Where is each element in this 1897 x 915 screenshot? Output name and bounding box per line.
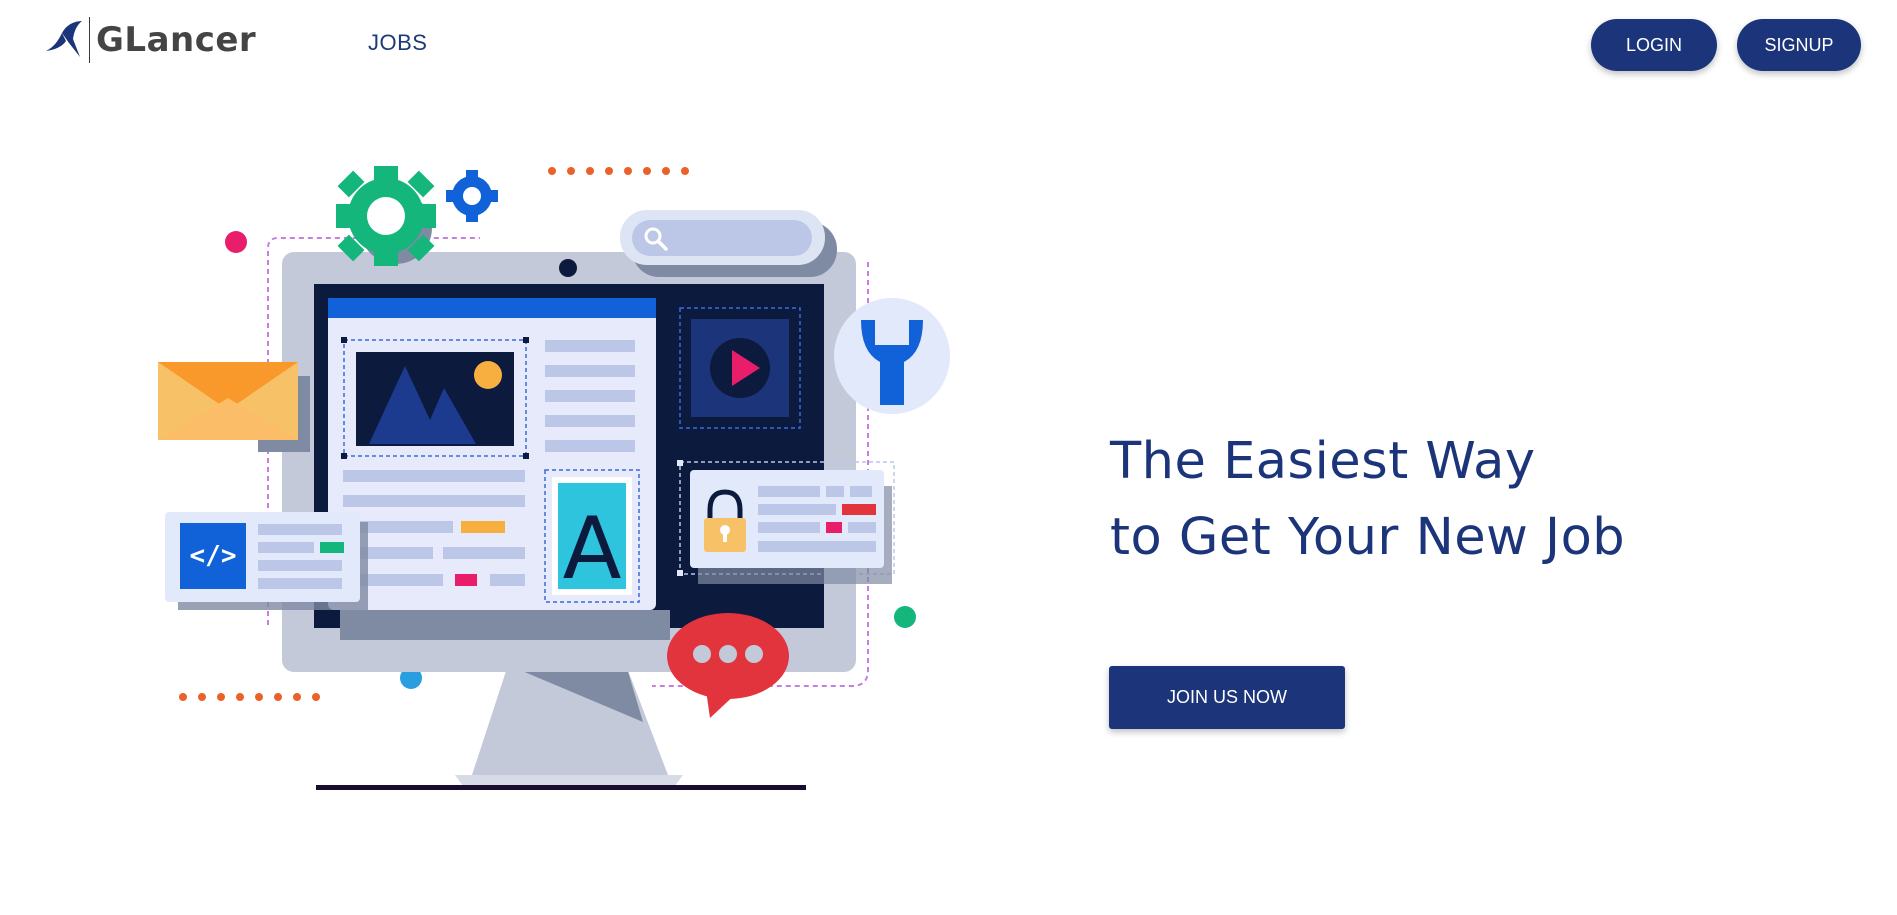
signup-button[interactable]: SIGNUP bbox=[1737, 19, 1861, 71]
code-card: </> bbox=[165, 512, 368, 610]
join-us-now-button[interactable]: JOIN US NOW bbox=[1109, 666, 1345, 729]
teal-dot bbox=[894, 606, 916, 628]
letter-a-text: A bbox=[563, 499, 622, 599]
swallow-logo-icon bbox=[46, 21, 82, 57]
browser-window: A bbox=[328, 298, 656, 610]
pink-dot bbox=[225, 231, 247, 253]
green-gear-icon bbox=[336, 166, 436, 266]
nav-jobs-link[interactable]: JOBS bbox=[368, 30, 427, 56]
navbar: GLancer JOBS LOGIN SIGNUP bbox=[0, 0, 1897, 86]
login-button[interactable]: LOGIN bbox=[1591, 19, 1717, 71]
hero-headline: The Easiest Way to Get Your New Job bbox=[1110, 424, 1625, 576]
logo-divider bbox=[89, 17, 90, 63]
dot-row-top bbox=[548, 167, 689, 175]
envelope-icon bbox=[158, 362, 310, 452]
lock-card bbox=[677, 460, 895, 584]
code-tag-text: </> bbox=[190, 541, 237, 571]
dot-row-bottom bbox=[179, 693, 320, 701]
video-panel bbox=[679, 307, 801, 429]
brand-name: GLancer bbox=[96, 20, 257, 60]
wrench-icon bbox=[834, 298, 950, 414]
brand-logo[interactable]: GLancer bbox=[44, 16, 256, 64]
hero-headline-line1: The Easiest Way bbox=[1110, 432, 1536, 491]
blue-gear-icon bbox=[446, 170, 498, 222]
search-bar bbox=[620, 210, 837, 277]
hero-headline-line2: to Get Your New Job bbox=[1110, 508, 1626, 567]
hero-illustration: A </> bbox=[158, 166, 950, 790]
chat-bubble-icon bbox=[667, 613, 789, 718]
